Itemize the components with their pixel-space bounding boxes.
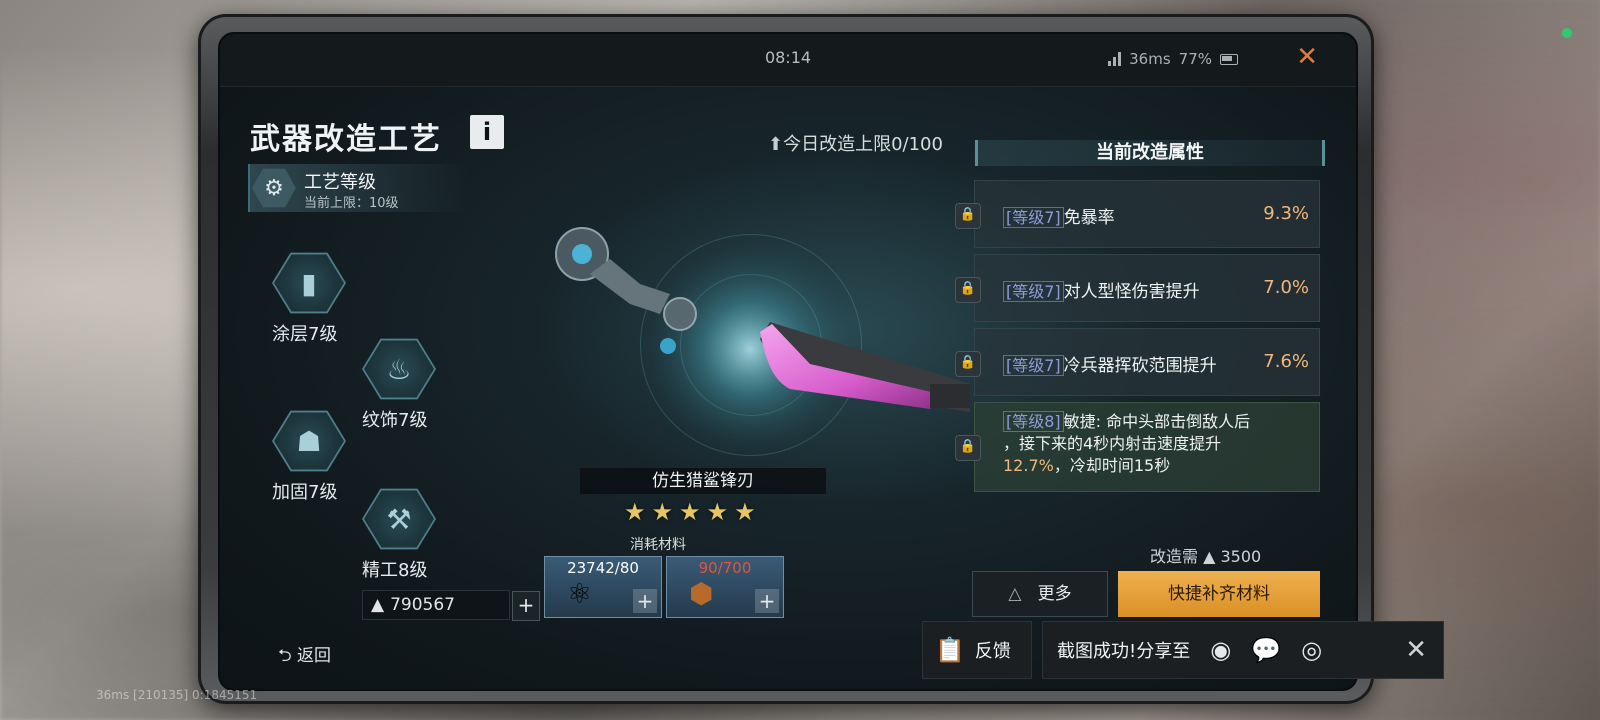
- attribute-row[interactable]: 🔒 [等级7] 免暴率 9.3%: [955, 180, 1320, 248]
- metal-ore-icon: ▲: [371, 595, 385, 615]
- material-count: 23742/80: [567, 559, 639, 577]
- star-icon: ★: [651, 498, 674, 526]
- close-share-icon[interactable]: ✕: [1405, 635, 1427, 665]
- skill-precision[interactable]: ⚒ 精工8级: [362, 486, 482, 582]
- more-button[interactable]: △ 更多: [972, 571, 1108, 617]
- battery-percent: 77%: [1178, 50, 1212, 68]
- wechat-icon[interactable]: 💬: [1251, 636, 1281, 664]
- materials-title: 消耗材料: [630, 537, 686, 553]
- gear-wrench-icon: ⚙: [252, 168, 296, 208]
- lock-icon[interactable]: 🔒: [955, 203, 981, 229]
- skill-label: 精工8级: [362, 560, 428, 581]
- attribute-row-special[interactable]: 🔒 [等级8] 敏捷: 命中头部击倒敌人后 ，接下来的4秒内射击速度提升 12.7…: [955, 402, 1320, 492]
- ping-value: 36ms: [1129, 50, 1171, 68]
- add-currency-button[interactable]: +: [512, 591, 540, 621]
- back-label: 返回: [297, 646, 332, 666]
- debug-footer: 36ms [210135] 0:1845151: [96, 688, 257, 702]
- attribute-row[interactable]: 🔒 [等级7] 对人型怪伤害提升 7.0%: [955, 254, 1320, 322]
- footer-ping: 36ms: [96, 688, 130, 702]
- currency-amount: 790567: [390, 595, 455, 615]
- currency-display: ▲ 790567: [362, 590, 510, 620]
- upgrade-cost: 改造需 ▲ 3500: [1150, 543, 1261, 567]
- signal-icon: [1108, 52, 1122, 66]
- page-title: 武器改造工艺: [250, 122, 442, 157]
- lock-icon[interactable]: 🔒: [955, 277, 981, 303]
- material-slot-molecule[interactable]: ⚛ 23742/80 +: [544, 556, 662, 618]
- quick-fill-materials-button[interactable]: 快捷补齐材料: [1118, 571, 1320, 617]
- material-slot-ore[interactable]: ⬢ 90/700 +: [666, 556, 784, 618]
- share-label: 截图成功!分享至: [1057, 641, 1191, 662]
- weapon-star-rating: ★ ★ ★ ★ ★: [624, 498, 756, 526]
- add-material-button[interactable]: +: [633, 589, 657, 613]
- craft-level-label: 工艺等级: [304, 172, 376, 193]
- level-tag: [等级7]: [1003, 281, 1064, 302]
- star-icon: ★: [706, 498, 729, 526]
- daily-cap: ⬆今日改造上限0/100: [768, 130, 943, 156]
- attribute-row[interactable]: 🔒 [等级7] 冷兵器挥砍范围提升 7.6%: [955, 328, 1320, 396]
- molecule-icon: ⚛: [567, 577, 593, 610]
- attributes-header: 当前改造属性: [975, 140, 1325, 166]
- close-icon[interactable]: ✕: [1296, 44, 1318, 70]
- up-arrow-icon: ⬆: [768, 134, 784, 155]
- tablet-frame: 08:14 36ms 77% ✕ 武器改造工艺 i ⬆今日改造上限0/100 ⚙…: [198, 14, 1374, 704]
- level-tag: [等级7]: [1003, 355, 1064, 376]
- welding-mask-icon: ☗: [274, 412, 344, 470]
- clipboard-icon: 📋: [935, 636, 965, 664]
- lock-icon[interactable]: 🔒: [955, 435, 981, 461]
- special-attribute-text: [等级8] 敏捷: 命中头部击倒敌人后 ，接下来的4秒内射击速度提升 12.7%，…: [1003, 411, 1251, 475]
- triangle-up-icon: △: [1008, 584, 1038, 604]
- weibo-icon[interactable]: ◉: [1210, 636, 1231, 664]
- craft-level-panel[interactable]: ⚙ 工艺等级 当前上限：10级: [248, 164, 470, 212]
- ore-chunk-icon: ⬢: [689, 577, 714, 610]
- star-icon: ★: [679, 498, 701, 526]
- cost-label: 改造需: [1150, 547, 1199, 566]
- attribute-name: 冷兵器挥砍范围提升: [1063, 356, 1217, 376]
- material-count: 90/700: [698, 559, 752, 577]
- attribute-value: 7.0%: [1263, 277, 1309, 298]
- flame-pattern-icon: ♨: [364, 340, 434, 398]
- info-button[interactable]: i: [470, 115, 504, 149]
- skill-coating[interactable]: ▮ 涂层7级: [272, 250, 392, 346]
- craft-level-cap: 当前上限：10级: [304, 196, 399, 211]
- camera-shutter-icon[interactable]: ◎: [1301, 636, 1322, 664]
- battery-icon: [1220, 53, 1238, 65]
- footer-ids: [210135] 0:1845151: [133, 688, 258, 702]
- attribute-name: 对人型怪伤害提升: [1063, 282, 1200, 302]
- attribute-value: 7.6%: [1263, 351, 1309, 372]
- status-bar: 08:14 36ms 77% ✕: [220, 34, 1356, 87]
- level-tag: [等级8]: [1003, 411, 1064, 432]
- weapon-name: 仿生猎鲨锋刃: [580, 468, 826, 494]
- feedback-label: 反馈: [974, 641, 1011, 662]
- cost-amount: 3500: [1220, 547, 1262, 566]
- star-icon: ★: [734, 498, 756, 526]
- drill-icon: ⚒: [364, 490, 434, 548]
- metal-ore-icon: ▲: [1198, 547, 1221, 566]
- screenshot-share-bar: 截图成功!分享至 ◉ 💬 ◎ ✕: [1042, 621, 1444, 679]
- lock-icon[interactable]: 🔒: [955, 351, 981, 377]
- spray-can-icon: ▮: [274, 254, 344, 312]
- weapon-image: [555, 227, 970, 469]
- back-arrow-icon: ⮌: [278, 646, 292, 666]
- daily-cap-text: 今日改造上限0/100: [783, 134, 943, 155]
- attribute-value: 9.3%: [1263, 203, 1309, 224]
- tablet-screen: 08:14 36ms 77% ✕ 武器改造工艺 i ⬆今日改造上限0/100 ⚙…: [218, 32, 1358, 691]
- level-tag: [等级7]: [1003, 207, 1064, 228]
- recording-indicator: [1562, 28, 1572, 38]
- back-button[interactable]: ⮌ 返回: [278, 641, 331, 672]
- star-icon: ★: [624, 498, 646, 526]
- feedback-button[interactable]: 📋 反馈: [922, 621, 1032, 679]
- highlight-value: 12.7%: [1003, 456, 1054, 475]
- system-info: 36ms 77%: [1108, 50, 1238, 68]
- attribute-name: 免暴率: [1063, 208, 1115, 228]
- weapon-preview[interactable]: [510, 204, 970, 494]
- add-material-button[interactable]: +: [755, 589, 779, 613]
